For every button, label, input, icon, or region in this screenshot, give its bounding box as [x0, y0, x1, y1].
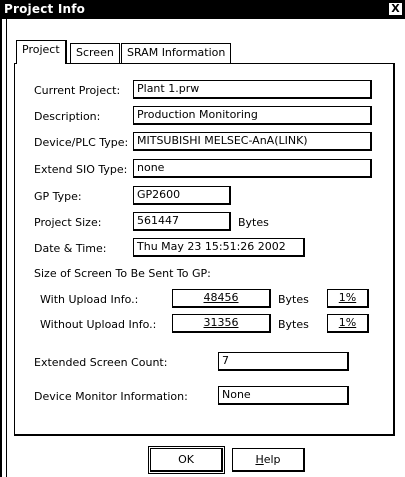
- window-inner-border: [6, 19, 7, 477]
- tab-project[interactable]: Project: [16, 40, 67, 64]
- device-monitor-value: None: [222, 388, 251, 401]
- tab-project-label: Project: [22, 43, 60, 56]
- with-upload-percent: 1%: [338, 291, 357, 304]
- gp-type-label: GP Type:: [34, 190, 82, 203]
- description-label: Description:: [34, 110, 101, 123]
- with-upload-percent-field[interactable]: 1%: [327, 289, 369, 308]
- window-left-border: [0, 19, 2, 477]
- ok-button-label: OK: [178, 453, 194, 466]
- extend-sio-field[interactable]: none: [133, 159, 372, 178]
- device-monitor-label: Device Monitor Information:: [34, 390, 188, 403]
- tab-sram-information[interactable]: SRAM Information: [121, 43, 232, 64]
- help-mnemonic: H: [255, 453, 264, 466]
- without-upload-percent: 1%: [338, 316, 357, 329]
- help-button-label: Help: [255, 449, 280, 470]
- help-button[interactable]: Help: [232, 448, 305, 472]
- device-plc-field[interactable]: MITSUBISHI MELSEC-AnA(LINK): [133, 132, 372, 151]
- extend-sio-value: none: [137, 161, 165, 174]
- with-upload-label: With Upload Info.:: [40, 293, 139, 306]
- description-value: Production Monitoring: [137, 108, 258, 121]
- device-plc-value: MITSUBISHI MELSEC-AnA(LINK): [137, 134, 308, 147]
- close-icon: X: [391, 2, 400, 15]
- date-time-field[interactable]: Thu May 23 15:51:26 2002: [133, 238, 305, 257]
- current-project-label: Current Project:: [34, 84, 121, 97]
- extend-sio-label: Extend SIO Type:: [34, 163, 128, 176]
- date-time-value: Thu May 23 15:51:26 2002: [137, 240, 286, 253]
- project-info-dialog: Project Info X Project Screen SRAM Infor…: [0, 0, 405, 477]
- without-upload-unit: Bytes: [278, 318, 309, 331]
- window-title: Project Info: [4, 2, 86, 16]
- extended-screen-count-field[interactable]: 7: [218, 352, 349, 371]
- project-size-value: 561447: [137, 214, 179, 227]
- with-upload-value: 48456: [203, 291, 239, 304]
- ok-button[interactable]: OK: [148, 446, 225, 474]
- date-time-label: Date & Time:: [34, 242, 107, 255]
- description-field[interactable]: Production Monitoring: [133, 106, 372, 125]
- tab-screen[interactable]: Screen: [70, 43, 120, 64]
- without-upload-field[interactable]: 31356: [172, 314, 271, 333]
- extended-screen-count-label: Extended Screen Count:: [34, 356, 168, 369]
- extended-screen-count-value: 7: [222, 354, 229, 367]
- project-size-field[interactable]: 561447: [133, 212, 231, 231]
- project-size-unit: Bytes: [238, 216, 269, 229]
- without-upload-value: 31356: [203, 316, 239, 329]
- title-bar[interactable]: Project Info X: [0, 0, 405, 19]
- without-upload-percent-field[interactable]: 1%: [327, 314, 369, 333]
- with-upload-field[interactable]: 48456: [172, 289, 271, 308]
- with-upload-unit: Bytes: [278, 293, 309, 306]
- screen-size-heading: Size of Screen To Be Sent To GP:: [34, 267, 211, 280]
- help-rest: elp: [263, 453, 281, 466]
- current-project-field[interactable]: Plant 1.prw: [133, 80, 372, 99]
- current-project-value: Plant 1.prw: [137, 82, 200, 95]
- close-button[interactable]: X: [388, 2, 403, 16]
- tab-screen-label: Screen: [76, 46, 114, 59]
- gp-type-value: GP2600: [137, 188, 181, 201]
- project-size-label: Project Size:: [34, 216, 102, 229]
- tab-sram-label: SRAM Information: [127, 46, 226, 59]
- gp-type-field[interactable]: GP2600: [133, 186, 231, 205]
- device-monitor-field[interactable]: None: [218, 386, 349, 405]
- device-plc-label: Device/PLC Type:: [34, 136, 129, 149]
- without-upload-label: Without Upload Info.:: [40, 318, 157, 331]
